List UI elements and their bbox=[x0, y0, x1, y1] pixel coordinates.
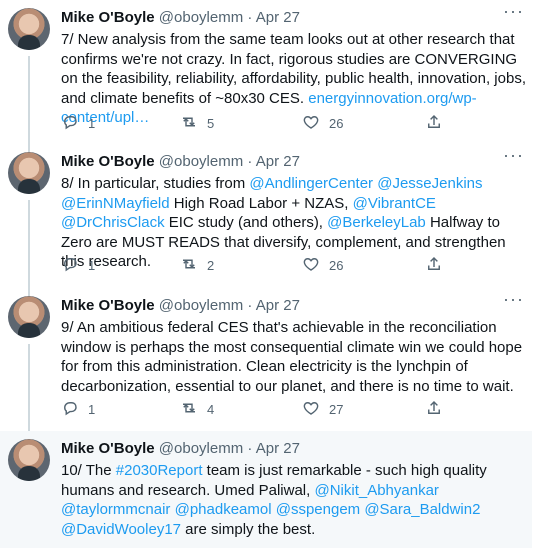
tweet-link[interactable]: @Sara_Baldwin2 bbox=[364, 501, 480, 518]
avatar[interactable] bbox=[8, 8, 50, 50]
tweet-link[interactable]: @ErinNMayfield bbox=[61, 195, 170, 212]
tweet-text: 10/ The #2030Report team is just remarka… bbox=[61, 461, 531, 539]
retweet-button[interactable]: 4 bbox=[180, 397, 214, 421]
share-button[interactable] bbox=[425, 253, 443, 277]
like-count: 27 bbox=[329, 401, 344, 417]
tweet-link[interactable]: @Nikit_Abhyankar bbox=[314, 482, 438, 499]
retweet-icon bbox=[180, 255, 207, 276]
share-icon bbox=[425, 113, 443, 134]
thread-line bbox=[28, 56, 30, 154]
author-handle[interactable]: @oboylemm bbox=[159, 153, 243, 170]
author-name[interactable]: Mike O'Boyle bbox=[61, 297, 155, 314]
share-button[interactable] bbox=[425, 397, 443, 421]
tweet-link[interactable]: @JesseJenkins bbox=[377, 175, 482, 192]
reply-icon bbox=[61, 113, 88, 134]
tweet-header: Mike O'Boyle @oboylemm · Apr 27 bbox=[61, 8, 500, 28]
tweet-link[interactable]: @DavidWooley17 bbox=[61, 521, 181, 538]
tweet-link[interactable]: @BerkeleyLab bbox=[327, 214, 426, 231]
retweet-count: 2 bbox=[207, 257, 215, 273]
tweet-link[interactable]: @AndlingerCenter bbox=[249, 175, 373, 192]
retweet-button[interactable]: 5 bbox=[180, 111, 214, 135]
more-options-icon[interactable]: ··· bbox=[503, 2, 524, 20]
like-button[interactable]: 26 bbox=[302, 253, 343, 277]
tweet[interactable]: Mike O'Boyle @oboylemm · Apr 27 ··· 8/ I… bbox=[0, 144, 532, 298]
tweet-link[interactable]: @DrChrisClack bbox=[61, 214, 165, 231]
thread-line bbox=[28, 344, 30, 438]
tweet-actions: 1 2 26 bbox=[61, 253, 531, 277]
like-count: 26 bbox=[329, 115, 344, 131]
author-name[interactable]: Mike O'Boyle bbox=[61, 153, 155, 170]
reply-button[interactable]: 1 bbox=[61, 111, 95, 135]
more-options-icon[interactable]: ··· bbox=[503, 146, 524, 164]
tweet-link[interactable]: @phadkeamol bbox=[175, 501, 272, 518]
retweet-count: 4 bbox=[207, 401, 215, 417]
author-handle[interactable]: @oboylemm bbox=[159, 440, 243, 457]
share-icon bbox=[425, 255, 443, 276]
tweet-date[interactable]: Apr 27 bbox=[256, 153, 300, 170]
reply-button[interactable]: 1 bbox=[61, 397, 95, 421]
tweet[interactable]: Mike O'Boyle @oboylemm · Apr 27 ··· 9/ A… bbox=[0, 288, 532, 438]
avatar[interactable] bbox=[8, 296, 50, 338]
separator-dot: · bbox=[247, 153, 253, 170]
tweet-text-segment: 9/ An ambitious federal CES that's achie… bbox=[61, 319, 523, 395]
reply-icon bbox=[61, 255, 88, 276]
tweet-actions: 1 5 26 bbox=[61, 111, 531, 135]
tweet-text: 9/ An ambitious federal CES that's achie… bbox=[61, 318, 531, 396]
tweet-text-segment: 10/ The bbox=[61, 462, 116, 479]
retweet-icon bbox=[180, 399, 207, 420]
tweet-date[interactable]: Apr 27 bbox=[256, 297, 300, 314]
reply-count: 1 bbox=[88, 401, 96, 417]
tweet-link[interactable]: @sspengem bbox=[276, 501, 360, 518]
tweet-date[interactable]: Apr 27 bbox=[256, 440, 300, 457]
author-handle[interactable]: @oboylemm bbox=[159, 297, 243, 314]
tweet-link[interactable]: @taylormmcnair bbox=[61, 501, 170, 518]
reply-icon bbox=[61, 399, 88, 420]
tweet-text-segment: are simply the best. bbox=[181, 520, 316, 538]
tweet-header: Mike O'Boyle @oboylemm · Apr 27 bbox=[61, 439, 500, 459]
tweet[interactable]: Mike O'Boyle @oboylemm · Apr 27 10/ The … bbox=[0, 431, 532, 548]
like-button[interactable]: 27 bbox=[302, 397, 343, 421]
retweet-icon bbox=[180, 113, 207, 134]
like-count: 26 bbox=[329, 257, 344, 273]
tweet-actions: 1 4 27 bbox=[61, 397, 531, 421]
author-handle[interactable]: @oboylemm bbox=[159, 9, 243, 26]
reply-count: 1 bbox=[88, 115, 96, 131]
tweet-header: Mike O'Boyle @oboylemm · Apr 27 bbox=[61, 152, 500, 172]
retweet-button[interactable]: 2 bbox=[180, 253, 214, 277]
author-name[interactable]: Mike O'Boyle bbox=[61, 440, 155, 457]
avatar[interactable] bbox=[8, 439, 50, 481]
tweet-text-segment: 8/ In particular, studies from bbox=[61, 175, 250, 192]
tweet-text-segment: High Road Labor + NZAS, bbox=[169, 194, 353, 212]
heart-icon bbox=[302, 113, 329, 134]
retweet-count: 5 bbox=[207, 115, 215, 131]
tweet-header: Mike O'Boyle @oboylemm · Apr 27 bbox=[61, 296, 500, 316]
author-name[interactable]: Mike O'Boyle bbox=[61, 9, 155, 26]
reply-count: 1 bbox=[88, 257, 96, 273]
heart-icon bbox=[302, 255, 329, 276]
separator-dot: · bbox=[247, 297, 253, 314]
tweet-link[interactable]: @VibrantCE bbox=[353, 195, 436, 212]
share-button[interactable] bbox=[425, 111, 443, 135]
separator-dot: · bbox=[247, 440, 253, 457]
heart-icon bbox=[302, 399, 329, 420]
more-options-icon[interactable]: ··· bbox=[503, 290, 524, 308]
reply-button[interactable]: 1 bbox=[61, 253, 95, 277]
avatar[interactable] bbox=[8, 152, 50, 194]
tweet-date[interactable]: Apr 27 bbox=[256, 9, 300, 26]
thread-line bbox=[28, 200, 30, 298]
like-button[interactable]: 26 bbox=[302, 111, 343, 135]
tweet-text-segment: EIC study (and others), bbox=[164, 214, 328, 231]
separator-dot: · bbox=[247, 9, 253, 26]
tweet[interactable]: Mike O'Boyle @oboylemm · Apr 27 ··· 7/ N… bbox=[0, 0, 532, 154]
tweet-link[interactable]: #2030Report bbox=[116, 462, 203, 479]
share-icon bbox=[425, 399, 443, 420]
